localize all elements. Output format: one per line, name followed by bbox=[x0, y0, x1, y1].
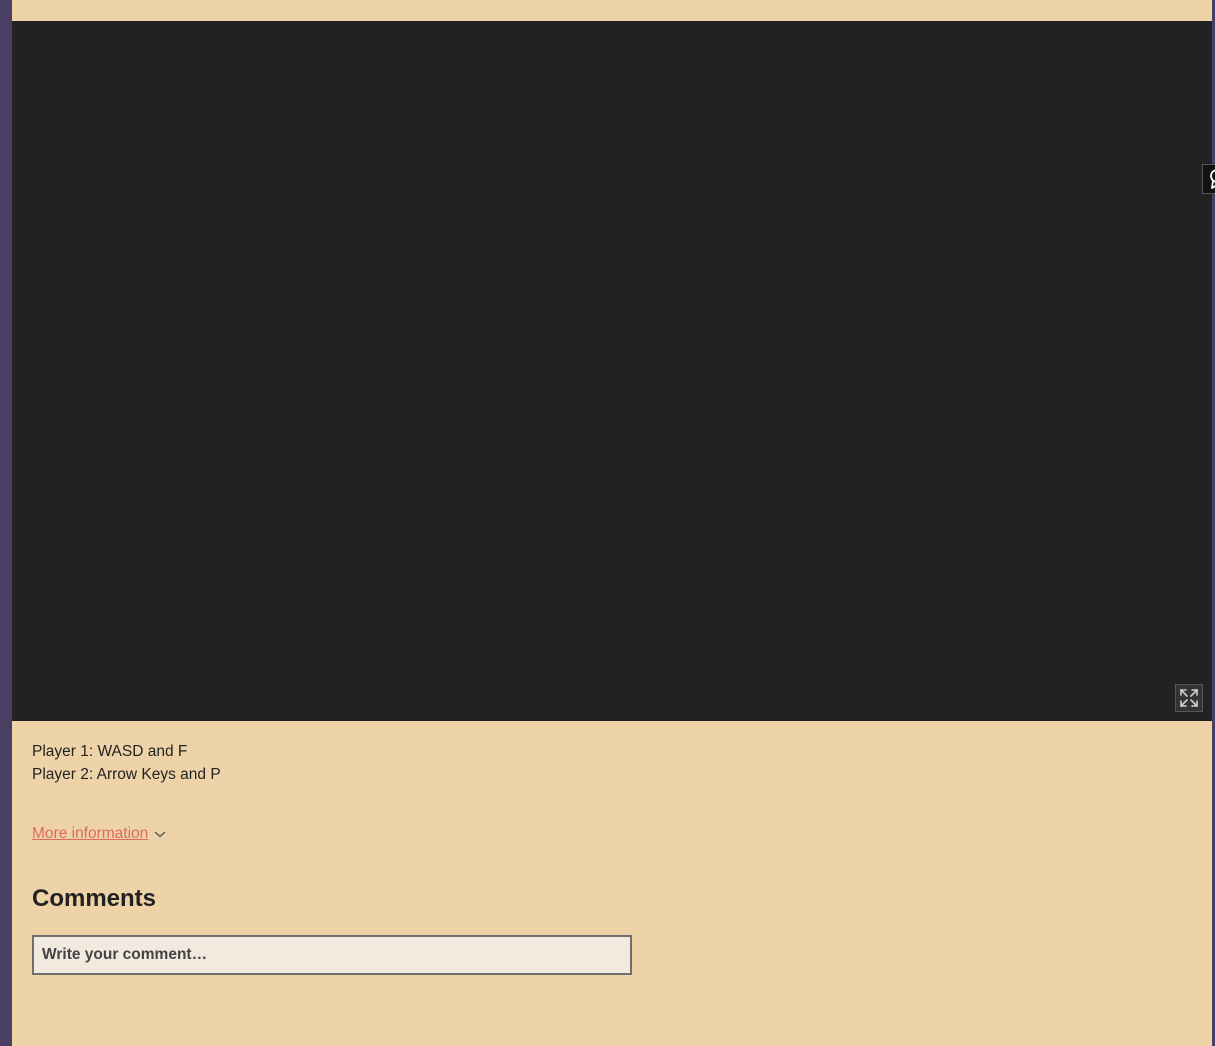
award-icon bbox=[1210, 169, 1215, 189]
chevron-down-icon bbox=[154, 831, 166, 838]
controls-text: Player 1: WASD and F Player 2: Arrow Key… bbox=[32, 740, 1192, 786]
comment-input[interactable] bbox=[32, 935, 632, 975]
badge-button[interactable] bbox=[1202, 164, 1215, 194]
more-information-label: More information bbox=[32, 825, 149, 842]
fullscreen-button[interactable] bbox=[1175, 684, 1203, 712]
comments-heading: Comments bbox=[32, 885, 157, 912]
fullscreen-icon bbox=[1180, 689, 1198, 707]
game-canvas[interactable] bbox=[12, 21, 1212, 721]
page: Player 1: WASD and F Player 2: Arrow Key… bbox=[12, 0, 1215, 1046]
controls-player-2: Player 2: Arrow Keys and P bbox=[32, 766, 221, 783]
controls-player-1: Player 1: WASD and F bbox=[32, 743, 188, 760]
more-information-toggle[interactable]: More information bbox=[32, 825, 166, 843]
game-info: Player 1: WASD and F Player 2: Arrow Key… bbox=[32, 740, 1192, 975]
